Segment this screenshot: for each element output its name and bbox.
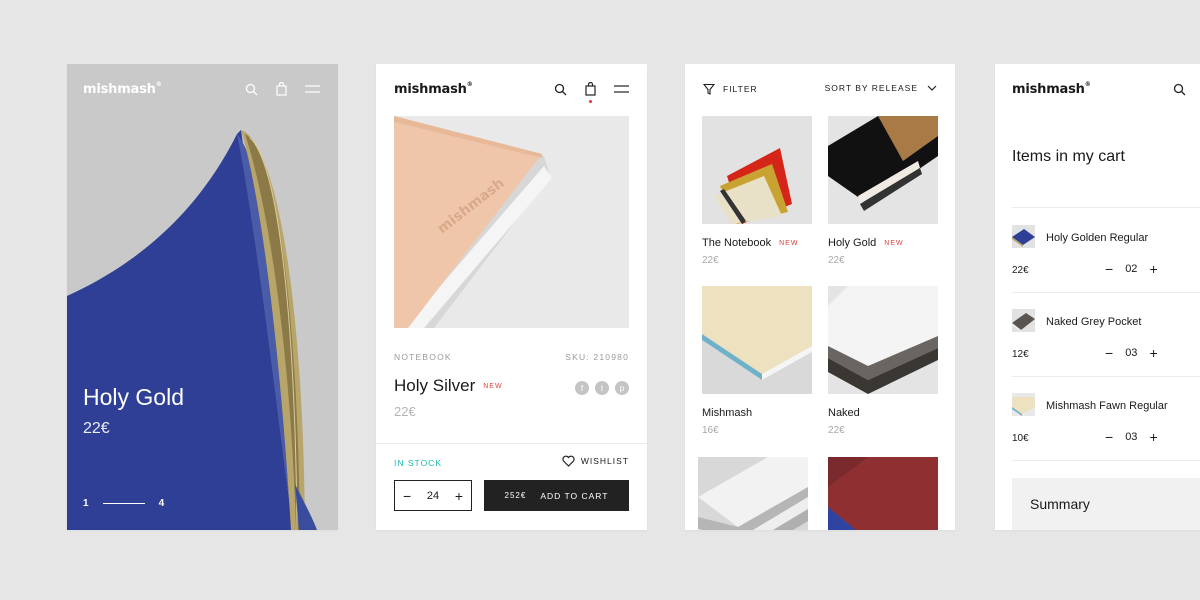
cart-item-price: 22€ — [1012, 265, 1029, 276]
product-card[interactable]: Mishmash 16€ — [702, 286, 812, 436]
cart-item: Mishmash Fawn Regular 10€ − 03 + — [1012, 393, 1200, 457]
cart-item-price: 12€ — [1012, 349, 1029, 360]
cart-total-price: 252€ — [504, 491, 527, 500]
product-card[interactable]: Holy Gold NEW 22€ — [828, 116, 938, 266]
cart-item-name: Holy Golden Regular — [1046, 232, 1149, 244]
stock-status: IN STOCK — [394, 458, 442, 468]
decrement-button[interactable]: − — [1105, 262, 1113, 276]
search-icon[interactable] — [245, 83, 258, 96]
product-title: Holy Silver NEW — [394, 376, 503, 395]
add-to-cart-button[interactable]: 252€ ADD TO CART — [484, 480, 629, 511]
divider — [376, 443, 647, 444]
quantity-stepper[interactable]: − 02 + — [1105, 262, 1158, 276]
hero-notebook-image — [67, 64, 338, 530]
cart-item-thumbnail — [1012, 225, 1035, 248]
product-card[interactable] — [828, 457, 938, 530]
hero-price: 22€ — [83, 420, 110, 437]
quantity-value[interactable]: 03 — [1125, 347, 1137, 359]
product-thumbnail — [702, 116, 812, 224]
brand-logo[interactable]: mishmash® — [394, 81, 473, 97]
search-icon[interactable] — [1173, 83, 1186, 96]
new-badge: NEW — [779, 239, 799, 247]
product-name: The Notebook NEW — [702, 237, 799, 249]
social-share: f t p — [575, 381, 629, 395]
cart-item: Naked Grey Pocket 12€ − 03 + — [1012, 309, 1200, 373]
menu-icon[interactable] — [305, 84, 320, 94]
product-thumbnail — [828, 286, 938, 394]
product-card[interactable]: Naked 22€ — [828, 286, 938, 436]
pinterest-icon[interactable]: p — [615, 381, 629, 395]
divider — [1012, 207, 1200, 208]
product-price: 22€ — [702, 255, 719, 266]
order-summary[interactable]: Summary — [1012, 478, 1200, 530]
product-price: 16€ — [702, 425, 719, 436]
increment-button[interactable]: + — [1149, 262, 1157, 276]
hero-screen: mishmash® Holy Gold 22€ 1 4 — [67, 64, 338, 530]
shopping-bag-icon[interactable] — [585, 82, 596, 96]
cart-indicator-dot — [589, 100, 592, 103]
filter-button[interactable]: FILTER — [703, 83, 758, 95]
cart-item-thumbnail — [1012, 309, 1035, 332]
quantity-stepper[interactable]: − 03 + — [1105, 430, 1158, 444]
cart-item-price: 10€ — [1012, 433, 1029, 444]
new-badge: NEW — [884, 239, 904, 247]
increment-button[interactable]: + — [1149, 430, 1157, 444]
decrement-button[interactable]: − — [1105, 430, 1113, 444]
product-name: Mishmash — [702, 407, 753, 419]
product-thumbnail — [702, 286, 812, 394]
product-name: Naked — [828, 407, 860, 419]
filter-icon — [703, 83, 715, 95]
cart-item-thumbnail — [1012, 393, 1035, 416]
shopping-bag-icon[interactable] — [276, 82, 287, 96]
product-price: 22€ — [394, 404, 416, 419]
product-detail-screen: mishmash® mishmash NOTEBOOK SKU: 210980 … — [376, 64, 647, 530]
cart-screen: mishmash® Items in my cart Holy Golden R… — [995, 64, 1200, 530]
divider — [1012, 376, 1200, 377]
product-card[interactable] — [698, 457, 808, 530]
pagination-track — [102, 503, 145, 504]
product-thumbnail — [698, 457, 808, 530]
product-name: Holy Gold NEW — [828, 237, 904, 249]
quantity-value[interactable]: 02 — [1125, 263, 1137, 275]
wishlist-button[interactable]: WISHLIST — [562, 455, 629, 467]
product-card[interactable]: The Notebook NEW 22€ — [702, 116, 812, 266]
quantity-stepper[interactable]: − 03 + — [1105, 346, 1158, 360]
cart-item: Holy Golden Regular 22€ − 02 + — [1012, 225, 1200, 289]
increment-button[interactable]: + — [455, 489, 463, 503]
brand-logo[interactable]: mishmash® — [1012, 81, 1091, 97]
sort-dropdown[interactable]: SORT BY RELEASE — [825, 83, 937, 93]
product-listing-screen: FILTER SORT BY RELEASE The Notebook NEW 2… — [685, 64, 955, 530]
hero-title: Holy Gold — [83, 384, 184, 410]
carousel-pagination[interactable]: 1 4 — [83, 498, 164, 509]
search-icon[interactable] — [554, 83, 567, 96]
quantity-value[interactable]: 03 — [1125, 431, 1137, 443]
product-price: 22€ — [828, 425, 845, 436]
quantity-stepper[interactable]: − 24 + — [394, 480, 472, 511]
new-badge: NEW — [483, 383, 503, 391]
product-sku: SKU: 210980 — [565, 352, 629, 362]
brand-logo[interactable]: mishmash® — [83, 81, 162, 97]
product-image: mishmash — [394, 116, 629, 328]
product-thumbnail — [828, 116, 938, 224]
decrement-button[interactable]: − — [1105, 346, 1113, 360]
facebook-icon[interactable]: f — [575, 381, 589, 395]
quantity-value[interactable]: 24 — [427, 490, 439, 502]
product-thumbnail — [828, 457, 938, 530]
divider — [1012, 292, 1200, 293]
cart-title: Items in my cart — [1012, 148, 1125, 165]
twitter-icon[interactable]: t — [595, 381, 609, 395]
product-category: NOTEBOOK — [394, 352, 452, 362]
summary-title: Summary — [1030, 496, 1090, 512]
increment-button[interactable]: + — [1149, 346, 1157, 360]
product-price: 22€ — [828, 255, 845, 266]
divider — [1012, 460, 1200, 461]
menu-icon[interactable] — [614, 84, 629, 94]
heart-icon — [562, 455, 575, 467]
cart-item-name: Naked Grey Pocket — [1046, 316, 1142, 328]
cart-item-name: Mishmash Fawn Regular — [1046, 400, 1168, 412]
chevron-down-icon — [927, 85, 937, 91]
decrement-button[interactable]: − — [403, 489, 411, 503]
pagination-current: 1 — [83, 498, 89, 509]
pagination-total: 4 — [158, 498, 165, 509]
